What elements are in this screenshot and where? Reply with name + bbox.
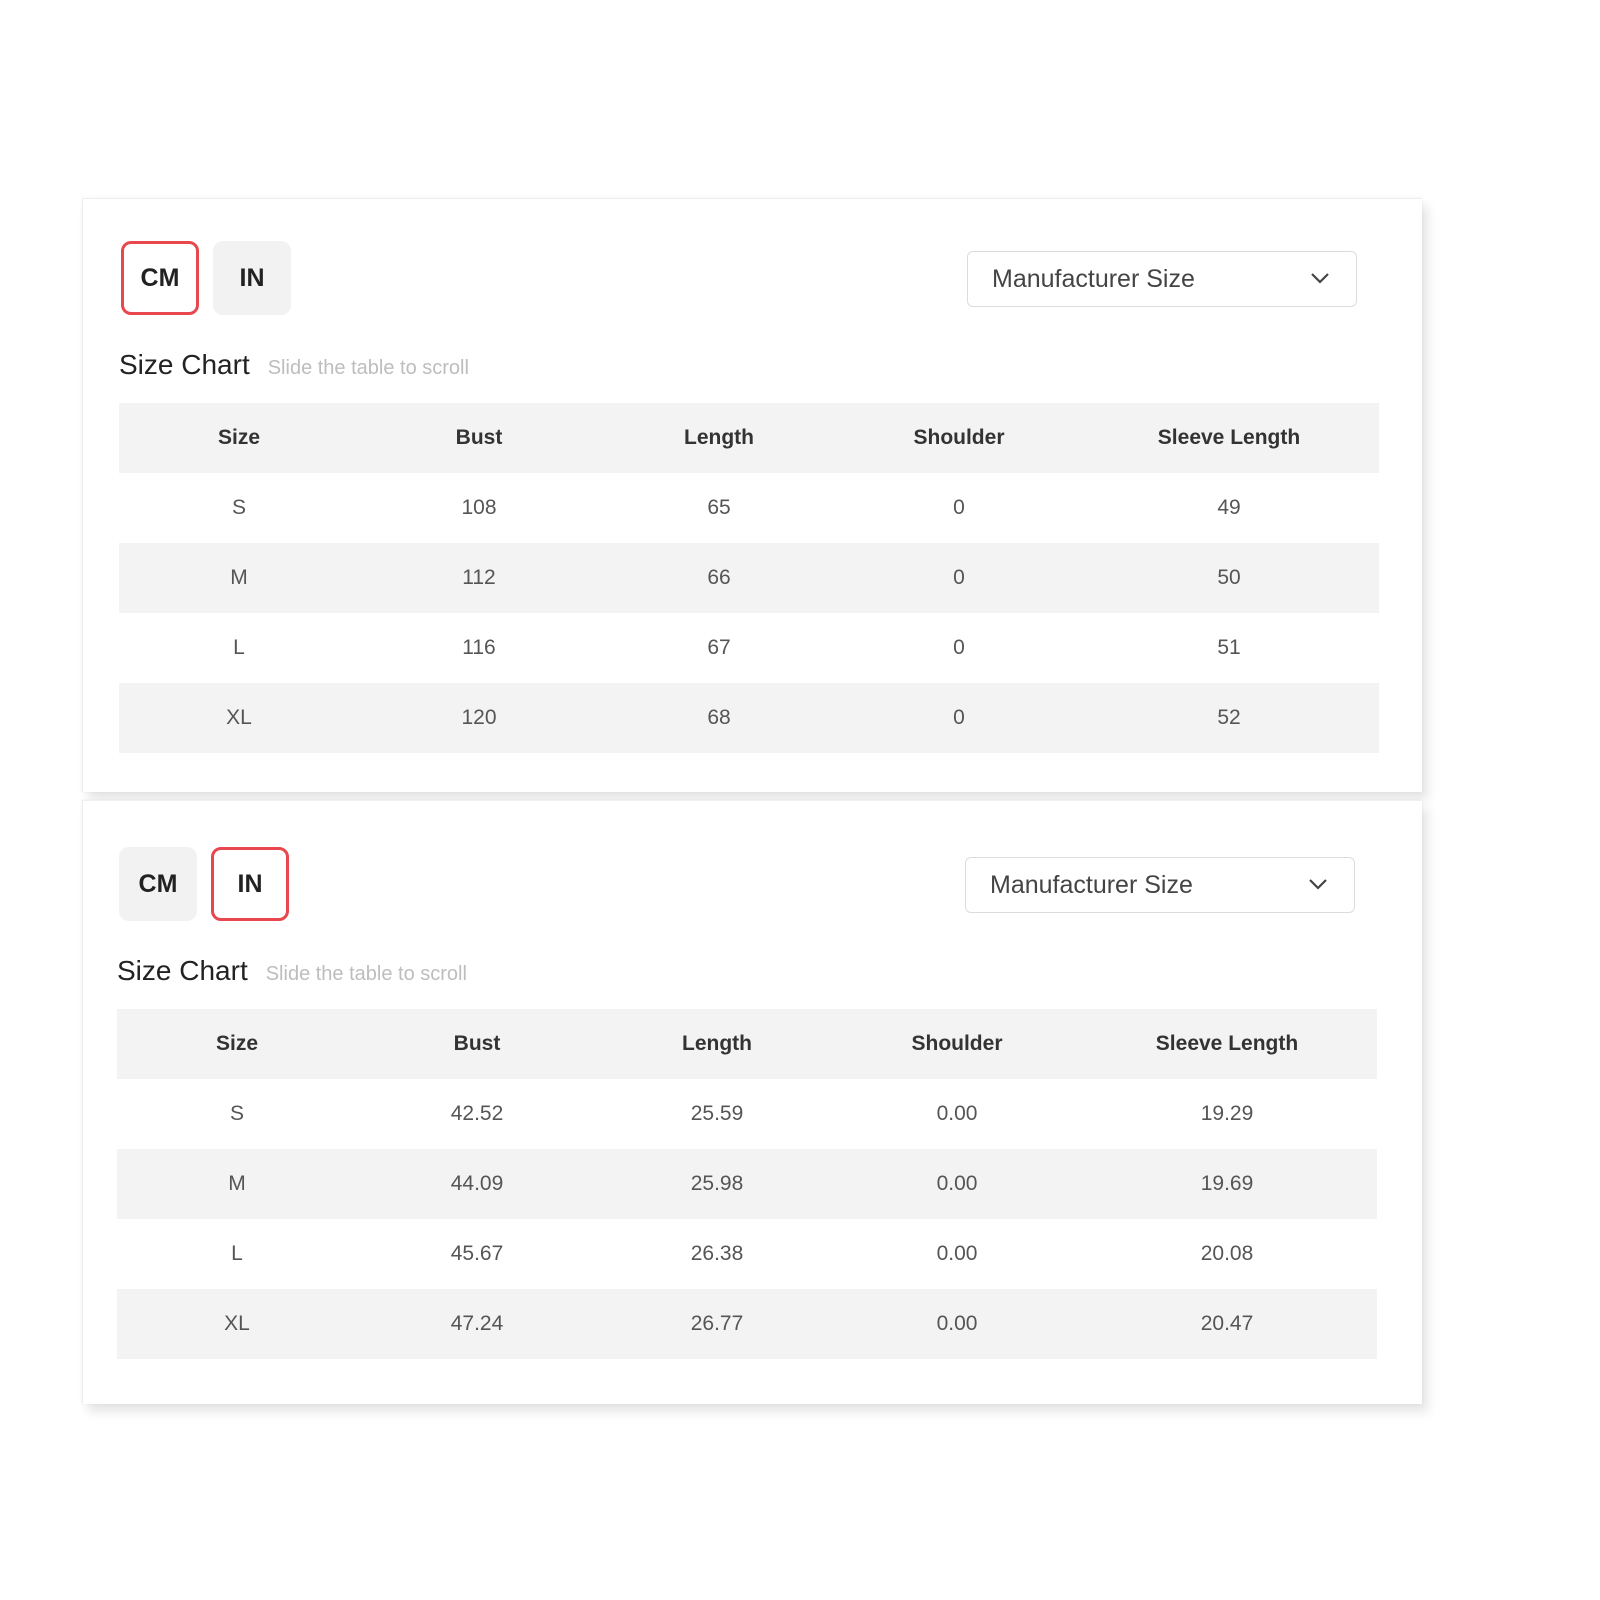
table-row: M 112 66 0 50 — [119, 543, 1379, 613]
table-cell: L — [233, 636, 245, 659]
table-header-row: Size Bust Length Shoulder Sleeve Length — [119, 403, 1379, 473]
table-cell: 42.52 — [450, 1102, 504, 1125]
table-row: XL 47.24 26.77 0.00 20.47 — [117, 1289, 1377, 1359]
column-header: Shoulder — [837, 1009, 1077, 1079]
table-cell: 26.77 — [597, 1289, 837, 1359]
column-header: Size — [119, 403, 359, 473]
table-cell: 25.98 — [597, 1149, 837, 1219]
table-cell: S — [231, 496, 246, 519]
table-cell: 66 — [599, 543, 839, 613]
unit-toggle: CM IN — [121, 241, 291, 315]
unit-cm-button[interactable]: CM — [119, 847, 197, 921]
column-header: Bust — [359, 403, 599, 473]
table-cell: 19.29 — [1200, 1102, 1254, 1125]
table-cell: 0.00 — [837, 1149, 1077, 1219]
table-cell: 49 — [1217, 496, 1241, 519]
chevron-down-icon — [1311, 273, 1329, 284]
table-cell: 112 — [359, 543, 599, 613]
column-header: Length — [597, 1009, 837, 1079]
column-header: Length — [599, 403, 839, 473]
table-header-row: Size Bust Length Shoulder Sleeve Length — [117, 1009, 1377, 1079]
size-chart-heading: Size Chart Slide the table to scroll — [117, 955, 467, 987]
column-header: Sleeve Length — [1077, 1009, 1377, 1079]
unit-in-button[interactable]: IN — [211, 847, 289, 921]
table-cell: 68 — [599, 683, 839, 753]
table-cell: 45.67 — [450, 1242, 504, 1265]
size-type-select[interactable]: Manufacturer Size — [965, 857, 1355, 913]
table-cell: 52 — [1079, 683, 1379, 753]
unit-cm-button[interactable]: CM — [121, 241, 199, 315]
column-header: Shoulder — [839, 403, 1079, 473]
table-cell: 0 — [953, 496, 965, 519]
table-cell: 120 — [359, 683, 599, 753]
size-type-select-value: Manufacturer Size — [992, 264, 1195, 293]
scroll-hint: Slide the table to scroll — [267, 357, 469, 379]
chevron-down-icon — [1309, 879, 1327, 890]
table-cell: L — [231, 1242, 243, 1265]
table-cell: 20.08 — [1200, 1242, 1254, 1265]
table-cell: M — [119, 543, 359, 613]
table-cell: 0 — [839, 683, 1079, 753]
table-cell: 47.24 — [357, 1289, 597, 1359]
table-row: S 42.52 25.59 0.00 19.29 — [117, 1079, 1377, 1149]
table-cell: 0.00 — [936, 1242, 978, 1265]
table-row: L 116 67 0 51 — [119, 613, 1379, 683]
table-cell: 0.00 — [936, 1102, 978, 1125]
size-chart-heading: Size Chart Slide the table to scroll — [119, 349, 469, 381]
table-cell: 19.69 — [1077, 1149, 1377, 1219]
table-cell: 25.59 — [690, 1102, 744, 1125]
size-table: Size Bust Length Shoulder Sleeve Length … — [117, 1009, 1377, 1359]
table-row: L 45.67 26.38 0.00 20.08 — [117, 1219, 1377, 1289]
table-cell: 108 — [461, 496, 497, 519]
scroll-hint: Slide the table to scroll — [265, 963, 467, 985]
table-cell: 26.38 — [690, 1242, 744, 1265]
table-row: XL 120 68 0 52 — [119, 683, 1379, 753]
table-cell: XL — [117, 1289, 357, 1359]
table-cell: 44.09 — [357, 1149, 597, 1219]
table-row: M 44.09 25.98 0.00 19.69 — [117, 1149, 1377, 1219]
column-header: Bust — [357, 1009, 597, 1079]
column-header: Sleeve Length — [1079, 403, 1379, 473]
table-cell: 20.47 — [1077, 1289, 1377, 1359]
table-cell: 116 — [462, 636, 496, 659]
table-cell: M — [117, 1149, 357, 1219]
size-chart-title: Size Chart — [119, 349, 250, 380]
table-cell: 67 — [707, 636, 731, 659]
size-chart-title: Size Chart — [117, 955, 248, 986]
size-type-select-value: Manufacturer Size — [990, 870, 1193, 899]
table-cell: 0 — [839, 543, 1079, 613]
unit-in-button[interactable]: IN — [213, 241, 291, 315]
table-cell: 50 — [1079, 543, 1379, 613]
table-cell: S — [229, 1102, 244, 1125]
size-chart-panel-in: CM IN Manufacturer Size Size Chart Slide… — [82, 800, 1422, 1404]
table-cell: XL — [119, 683, 359, 753]
table-cell: 0.00 — [837, 1289, 1077, 1359]
table-cell: 0 — [953, 636, 965, 659]
table-cell: 51 — [1217, 636, 1241, 659]
table-row: S 108 65 0 49 — [119, 473, 1379, 543]
size-table: Size Bust Length Shoulder Sleeve Length … — [119, 403, 1379, 753]
table-cell: 65 — [707, 496, 731, 519]
size-type-select[interactable]: Manufacturer Size — [967, 251, 1357, 307]
unit-toggle: CM IN — [119, 847, 289, 921]
column-header: Size — [117, 1009, 357, 1079]
size-chart-panel-cm: CM IN Manufacturer Size Size Chart Slide… — [82, 198, 1422, 792]
